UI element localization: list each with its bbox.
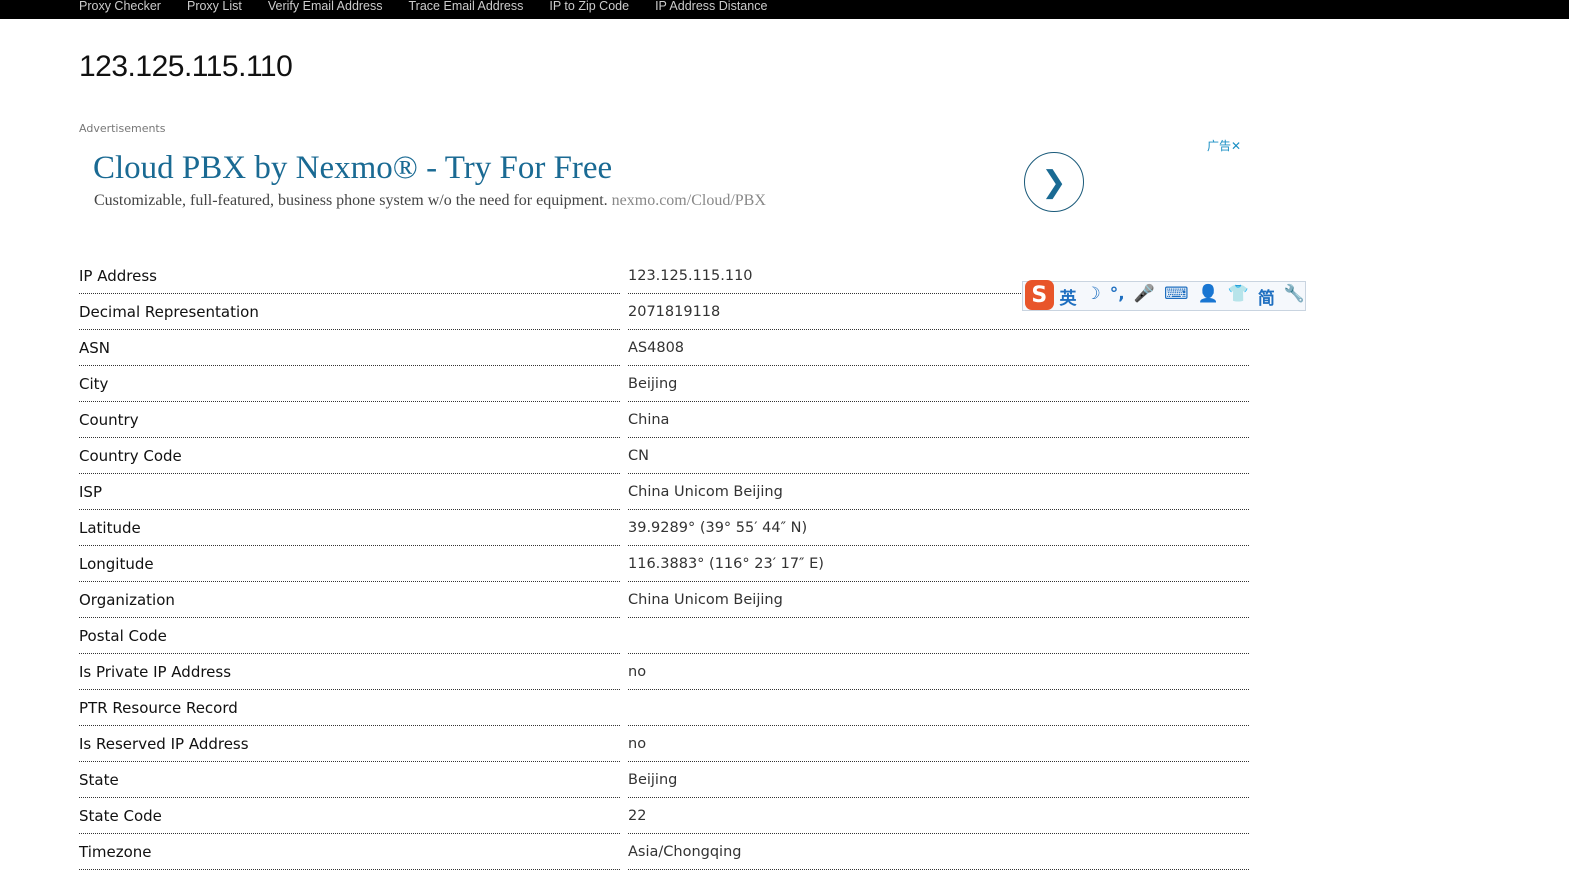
ad-close-button[interactable]: 广告✕ [1207,137,1241,154]
table-row: Country Code CN [79,438,1249,474]
ime-toolbar: S 英 ☽ °, 🎤 ⌨ 👤 👕 简 🔧 [1022,280,1306,311]
row-value: China Unicom Beijing [628,582,1249,618]
nav-proxy-checker[interactable]: Proxy Checker [79,0,161,19]
table-row: ASN AS4808 [79,330,1249,366]
table-row: Is Private IP Address no [79,654,1249,690]
ip-info-table: IP Address 123.125.115.110 Decimal Represe… [79,258,1249,870]
table-row: Postal Code [79,618,1249,654]
table-row: Country China [79,402,1249,438]
simplified-icon[interactable]: 简 [1258,284,1275,309]
row-value: Beijing [628,366,1249,402]
row-label: Country [79,402,620,438]
row-value [628,618,1249,654]
microphone-icon[interactable]: 🎤 [1134,284,1155,309]
chevron-right-icon: ❯ [1041,164,1067,200]
row-label: Latitude [79,510,620,546]
moon-icon[interactable]: ☽ [1086,284,1101,309]
row-label: ISP [79,474,620,510]
row-label: Organization [79,582,620,618]
row-label: Is Private IP Address [79,654,620,690]
row-value [628,690,1249,726]
row-label: State [79,762,620,798]
table-row: Is Reserved IP Address no [79,726,1249,762]
row-label: PTR Resource Record [79,690,620,726]
nav-verify-email[interactable]: Verify Email Address [268,0,383,19]
row-label: ASN [79,330,620,366]
row-value: no [628,654,1249,690]
row-value: Beijing [628,762,1249,798]
ad-description: Customizable, full-featured, business ph… [94,192,766,210]
ad-title-link[interactable]: Cloud PBX by Nexmo® - Try For Free [93,150,612,187]
table-row: Longitude 116.3883° (116° 23′ 17″ E) [79,546,1249,582]
table-row: ISP China Unicom Beijing [79,474,1249,510]
ad-desc-text: Customizable, full-featured, business ph… [94,192,608,209]
nav-ip-distance[interactable]: IP Address Distance [655,0,767,19]
lang-toggle-icon[interactable]: 英 [1060,284,1077,309]
row-label: City [79,366,620,402]
table-row: PTR Resource Record [79,690,1249,726]
skin-shirt-icon[interactable]: 👕 [1228,284,1249,309]
row-value: China [628,402,1249,438]
row-value: CN [628,438,1249,474]
row-label: Postal Code [79,618,620,654]
table-row: State Code 22 [79,798,1249,834]
row-label: Timezone [79,834,620,870]
top-nav: Proxy Checker Proxy List Verify Email Ad… [0,0,1569,19]
row-value: Asia/Chongqing [628,834,1249,870]
sogou-logo-icon[interactable]: S [1025,280,1054,310]
row-label: Is Reserved IP Address [79,726,620,762]
row-value: 22 [628,798,1249,834]
table-row: Latitude 39.9289° (39° 55′ 44″ N) [79,510,1249,546]
table-row: Organization China Unicom Beijing [79,582,1249,618]
row-label: Decimal Representation [79,294,620,330]
row-label: Country Code [79,438,620,474]
wrench-icon[interactable]: 🔧 [1284,284,1305,309]
nav-proxy-list[interactable]: Proxy List [187,0,242,19]
row-value: no [628,726,1249,762]
nav-ip-to-zip[interactable]: IP to Zip Code [549,0,629,19]
table-row: Timezone Asia/Chongqing [79,834,1249,870]
punctuation-icon[interactable]: °, [1110,284,1125,309]
user-icon[interactable]: 👤 [1197,284,1218,309]
row-label: State Code [79,798,620,834]
page-title: 123.125.115.110 [79,50,293,83]
row-value: AS4808 [628,330,1249,366]
table-row: City Beijing [79,366,1249,402]
row-value: 39.9289° (39° 55′ 44″ N) [628,510,1249,546]
ad-url[interactable]: nexmo.com/Cloud/PBX [612,192,766,209]
ad-label: Advertisements [79,122,166,135]
ad-arrow-button[interactable]: ❯ [1024,152,1084,212]
row-label: IP Address [79,258,620,294]
nav-trace-email[interactable]: Trace Email Address [409,0,524,19]
row-value: China Unicom Beijing [628,474,1249,510]
row-label: Longitude [79,546,620,582]
keyboard-icon[interactable]: ⌨ [1164,284,1189,309]
table-row: State Beijing [79,762,1249,798]
row-value: 116.3883° (116° 23′ 17″ E) [628,546,1249,582]
